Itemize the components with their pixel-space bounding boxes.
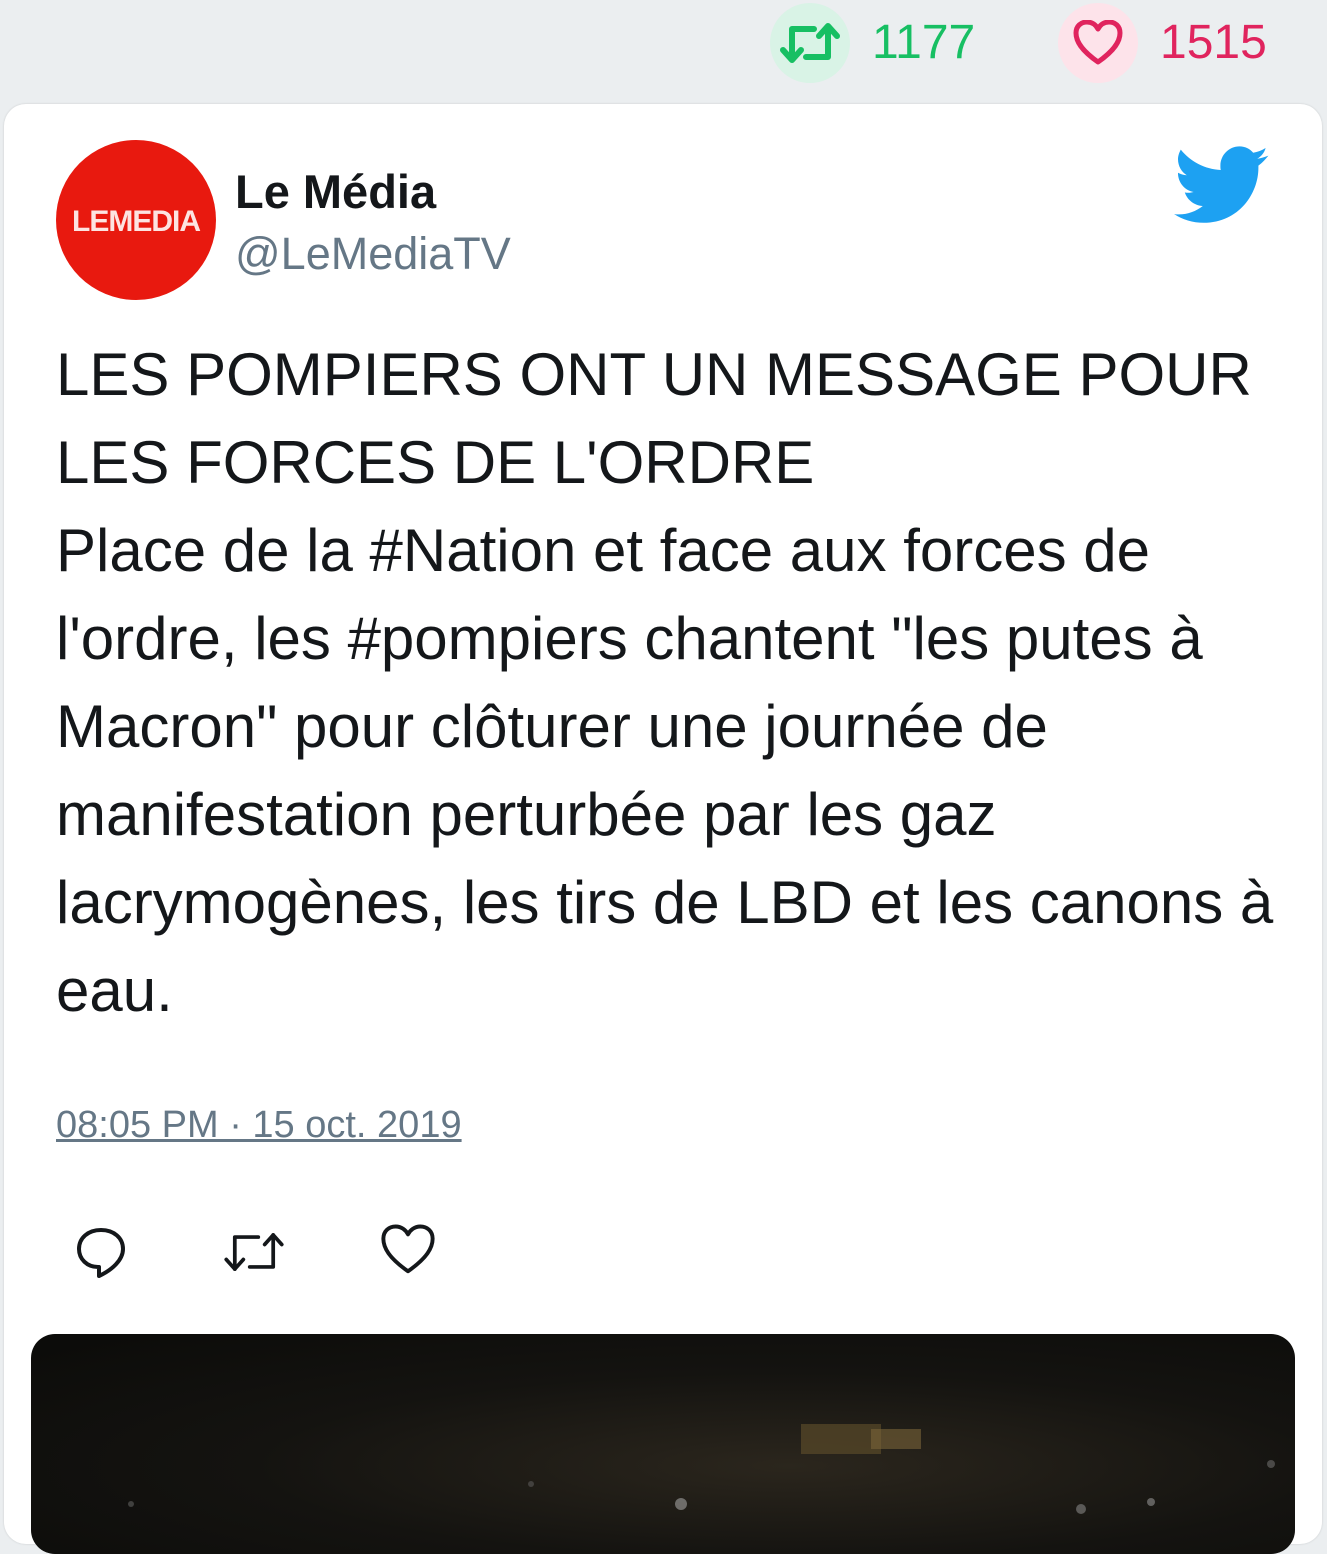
heart-icon[interactable] — [1058, 3, 1138, 83]
retweet-count: 1177 — [872, 16, 976, 69]
reply-icon[interactable] — [74, 1224, 130, 1285]
like-count-stat[interactable]: 1515 — [1058, 3, 1267, 83]
tweet-stats-bar: 1177 1515 — [0, 0, 1327, 90]
le-media-logo: LEMEDIA — [63, 205, 209, 238]
media-night-scene — [128, 1424, 1275, 1514]
twitter-bird-icon[interactable] — [1172, 146, 1272, 231]
svg-text:LEMEDIA: LEMEDIA — [72, 205, 200, 238]
avatar[interactable]: LEMEDIA — [56, 140, 216, 300]
retweet-action-icon[interactable] — [222, 1228, 286, 1281]
retweet-icon[interactable] — [770, 3, 850, 83]
tweet-text-body: Place de la #Nation et face aux forces d… — [56, 517, 1274, 1024]
retweet-count-stat[interactable]: 1177 — [770, 3, 975, 83]
author-name[interactable]: Le Média — [235, 164, 436, 219]
tweet-timestamp[interactable]: 08:05 PM · 15 oct. 2019 — [56, 1104, 462, 1147]
tweet-card: LEMEDIA Le Média @LeMediaTV LES POMPIERS… — [4, 104, 1322, 1554]
like-count: 1515 — [1160, 16, 1267, 69]
like-action-icon[interactable] — [380, 1224, 436, 1281]
tweet-media-image[interactable] — [31, 1334, 1295, 1554]
tweet-text: LES POMPIERS ONT UN MESSAGE POUR LES FOR… — [56, 331, 1296, 1035]
tweet-text-headline: LES POMPIERS ONT UN MESSAGE POUR LES FOR… — [56, 341, 1252, 496]
author-handle[interactable]: @LeMediaTV — [235, 228, 511, 280]
